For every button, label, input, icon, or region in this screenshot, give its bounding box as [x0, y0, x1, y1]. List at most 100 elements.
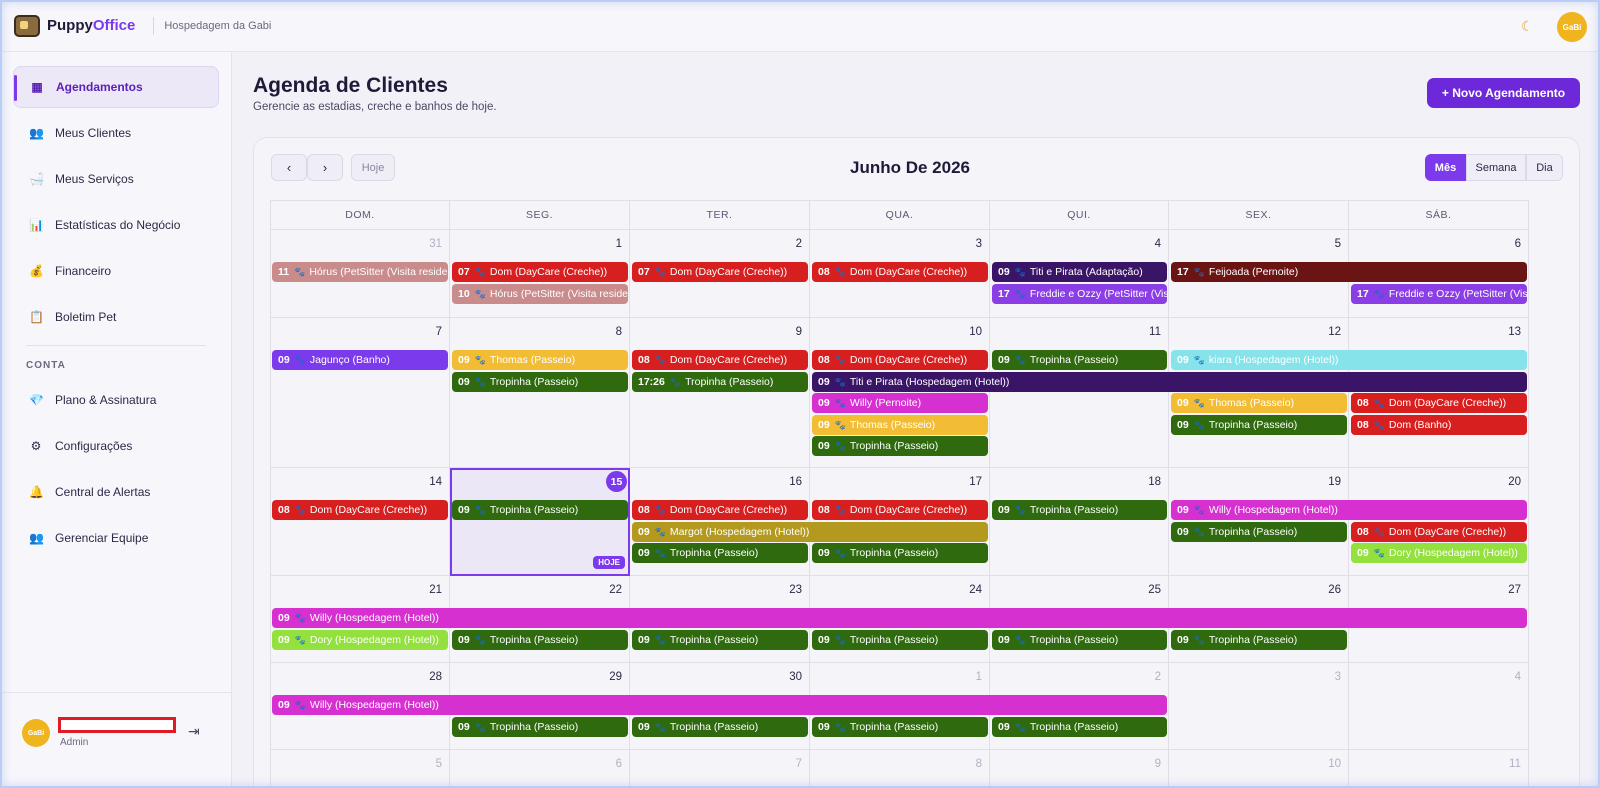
calendar-day[interactable]: 11 [990, 318, 1169, 468]
calendar-event[interactable]: 08 🐾 Dom (Banho) [1351, 414, 1527, 435]
calendar-event[interactable]: 07 🐾 Dom (DayCare (Creche)) [452, 262, 628, 282]
today-date-number: 15 [606, 471, 627, 492]
calendar-event[interactable]: 09 🐾 Willy (Hospedagem (Hotel)) [1171, 500, 1527, 520]
calendar-event[interactable]: 07 🐾 Dom (DayCare (Creche)) [632, 262, 808, 282]
calendar-event[interactable]: 09 🐾 Thomas (Passeio) [812, 414, 988, 435]
calendar-event[interactable]: 08 🐾 Dom (DayCare (Creche)) [1351, 393, 1527, 413]
today-button[interactable]: Hoje [351, 154, 395, 181]
calendar-event[interactable]: 17 🐾Freddie e Ozzy (PetSitter (Visita res… [1351, 283, 1527, 304]
view-month-button[interactable]: Mês [1425, 154, 1466, 181]
event-time: 09 [638, 633, 650, 646]
calendar-event[interactable]: 09 🐾 Tropinha (Passeio) [632, 629, 808, 650]
calendar-day-today[interactable]: 15 HOJE [450, 468, 630, 576]
calendar-event[interactable]: 09 🐾 Tropinha (Passeio) [812, 543, 988, 563]
calendar-event[interactable]: 09 🐾 Jagunço (Banho) [272, 350, 448, 370]
calendar-event[interactable]: 09 🐾 Tropinha (Passeio) [992, 716, 1167, 737]
calendar-day[interactable]: 8 [810, 750, 990, 788]
calendar-day[interactable]: 9 [630, 318, 810, 468]
calendar-event[interactable]: 09 🐾 Titi e Pirata (Adaptação) [992, 262, 1167, 282]
calendar-event[interactable]: 08 🐾 Dom (DayCare (Creche)) [272, 500, 448, 520]
calendar-event[interactable]: 09 🐾 Tropinha (Passeio) [1171, 629, 1347, 650]
calendar-event[interactable]: 09 🐾 Willy (Hospedagem (Hotel)) [272, 695, 1167, 715]
calendar-event[interactable]: 09 🐾 Willy (Hospedagem (Hotel)) [272, 608, 1527, 628]
calendar-title: Junho De 2026 [850, 158, 970, 177]
calendar-event[interactable]: 08 🐾 Dom (DayCare (Creche)) [812, 500, 988, 520]
calendar-event[interactable]: 09 🐾 Tropinha (Passeio) [632, 543, 808, 563]
calendar-event[interactable]: 09 🐾 Tropinha (Passeio) [812, 629, 988, 650]
calendar-event[interactable]: 09 🐾 Tropinha (Passeio) [992, 500, 1167, 520]
calendar-event[interactable]: 09 🐾 Margot (Hospedagem (Hotel)) [632, 521, 988, 542]
user-avatar[interactable]: GaBi [22, 719, 50, 747]
calendar-event[interactable]: 08 🐾 Dom (DayCare (Creche)) [1351, 521, 1527, 542]
dark-mode-moon-icon[interactable]: ☾ [1521, 18, 1534, 35]
calendar-event[interactable]: 08 🐾 Dom (DayCare (Creche)) [812, 262, 988, 282]
event-time: 09 [638, 525, 650, 538]
calendar-event[interactable]: 09 🐾 Tropinha (Passeio) [992, 350, 1167, 370]
calendar-day[interactable]: 9 [990, 750, 1169, 788]
calendar-event[interactable]: 11 🐾Hórus (PetSitter (Visita residencial)… [272, 262, 448, 282]
calendar-event[interactable]: 09 🐾 Tropinha (Passeio) [812, 716, 988, 737]
sidebar-item-meus-servicos[interactable]: 🛁 Meus Serviços [13, 158, 219, 200]
calendar-event[interactable]: 09 🐾 Thomas (Passeio) [1171, 393, 1347, 413]
logout-icon[interactable]: ⇥ [188, 723, 200, 740]
calendar-event[interactable]: 09 🐾 Tropinha (Passeio) [632, 716, 808, 737]
calendar-event[interactable]: 09 🐾 Titi e Pirata (Hospedagem (Hotel)) [812, 371, 1527, 392]
event-time: 08 [1357, 397, 1369, 409]
calendar-event[interactable]: 10 🐾Hórus (PetSitter (Visita residencial)… [452, 283, 628, 304]
view-week-button[interactable]: Semana [1466, 154, 1526, 181]
calendar-day[interactable]: 14 [270, 468, 450, 576]
calendar-day[interactable]: 18 [990, 468, 1169, 576]
calendar-event[interactable]: 08 🐾 Dom (DayCare (Creche)) [632, 350, 808, 370]
event-time: 08 [818, 354, 830, 366]
calendar-event[interactable]: 09 🐾 Tropinha (Passeio) [1171, 414, 1347, 435]
calendar-event[interactable]: 09 🐾 kiara (Hospedagem (Hotel)) [1171, 350, 1527, 370]
calendar-event[interactable]: 09 🐾 Tropinha (Passeio) [452, 716, 628, 737]
app-logo[interactable]: PuppyOffice [14, 14, 135, 37]
sidebar-item-agendamentos[interactable]: ▦ Agendamentos [13, 66, 219, 108]
new-appointment-button[interactable]: + Novo Agendamento [1427, 78, 1580, 108]
calendar-event[interactable]: 09 🐾 Thomas (Passeio) [452, 350, 628, 370]
sidebar-item-financeiro[interactable]: 💰 Financeiro [13, 250, 219, 292]
calendar-day[interactable]: 6 [450, 750, 630, 788]
calendar-event[interactable]: 09 🐾 Tropinha (Passeio) [452, 500, 628, 520]
calendar-event[interactable]: 09 🐾 Tropinha (Passeio) [452, 371, 628, 392]
event-label: Tropinha (Passeio) [849, 720, 939, 733]
calendar-event[interactable]: 09 🐾 Willy (Pernoite) [812, 393, 988, 413]
calendar-event[interactable]: 09 🐾 Tropinha (Passeio) [452, 629, 628, 650]
calendar-event[interactable]: 09 🐾 Dory (Hospedagem (Hotel)) [272, 629, 448, 650]
calendar-day[interactable]: 4 [1349, 663, 1529, 750]
event-label: Tropinha (Passeio) [849, 440, 939, 452]
team-icon: 👥 [29, 531, 44, 545]
sidebar-item-configuracoes[interactable]: ⚙ Configurações [13, 425, 219, 467]
sidebar-item-gerenciar-equipe[interactable]: 👥 Gerenciar Equipe [13, 517, 219, 559]
calendar-day[interactable]: 3 [1169, 663, 1349, 750]
calendar-day[interactable]: 11 [1349, 750, 1529, 788]
calendar-day[interactable]: 5 [270, 750, 450, 788]
calendar-event[interactable]: 09 🐾 Dory (Hospedagem (Hotel)) [1351, 543, 1527, 563]
sidebar-item-boletim-pet[interactable]: 📋 Boletim Pet [13, 296, 219, 338]
calendar-event[interactable]: 08 🐾 Dom (DayCare (Creche)) [812, 350, 988, 370]
sidebar-item-plano-assinatura[interactable]: 💎 Plano & Assinatura [13, 379, 219, 421]
calendar-event[interactable]: 17:26 🐾 Tropinha (Passeio) [632, 371, 808, 392]
prev-month-button[interactable]: ‹ [271, 154, 307, 181]
calendar-day[interactable]: 7 [270, 318, 450, 468]
sidebar-item-meus-clientes[interactable]: 👥 Meus Clientes [13, 112, 219, 154]
calendar-event[interactable]: 09 🐾 Tropinha (Passeio) [1171, 521, 1347, 542]
calendar-event[interactable]: 08 🐾 Dom (DayCare (Creche)) [632, 500, 808, 520]
day-number: 29 [609, 671, 622, 683]
sidebar-item-estatisticas-do-negocio[interactable]: 📊 Estatísticas do Negócio [13, 204, 219, 246]
paw-icon: 🐾 [474, 505, 486, 515]
calendar-event[interactable]: 09 🐾 Tropinha (Passeio) [812, 436, 988, 456]
calendar-day[interactable]: 8 [450, 318, 630, 468]
top-user-avatar[interactable]: GaBi [1557, 12, 1587, 42]
event-label: kiara (Hospedagem (Hotel)) [1208, 354, 1339, 366]
calendar-event[interactable]: 09 🐾 Tropinha (Passeio) [992, 629, 1167, 650]
sidebar-item-central-de-alertas[interactable]: 🔔 Central de Alertas [13, 471, 219, 513]
sidebar-item-label: Boletim Pet [55, 310, 117, 324]
calendar-day[interactable]: 7 [630, 750, 810, 788]
view-day-button[interactable]: Dia [1526, 154, 1563, 181]
calendar-event[interactable]: 17 🐾 Feijoada (Pernoite) [1171, 262, 1527, 282]
calendar-event[interactable]: 17 🐾Freddie e Ozzy (PetSitter (Visita res… [992, 283, 1167, 304]
next-month-button[interactable]: › [307, 154, 343, 181]
calendar-day[interactable]: 10 [1169, 750, 1349, 788]
